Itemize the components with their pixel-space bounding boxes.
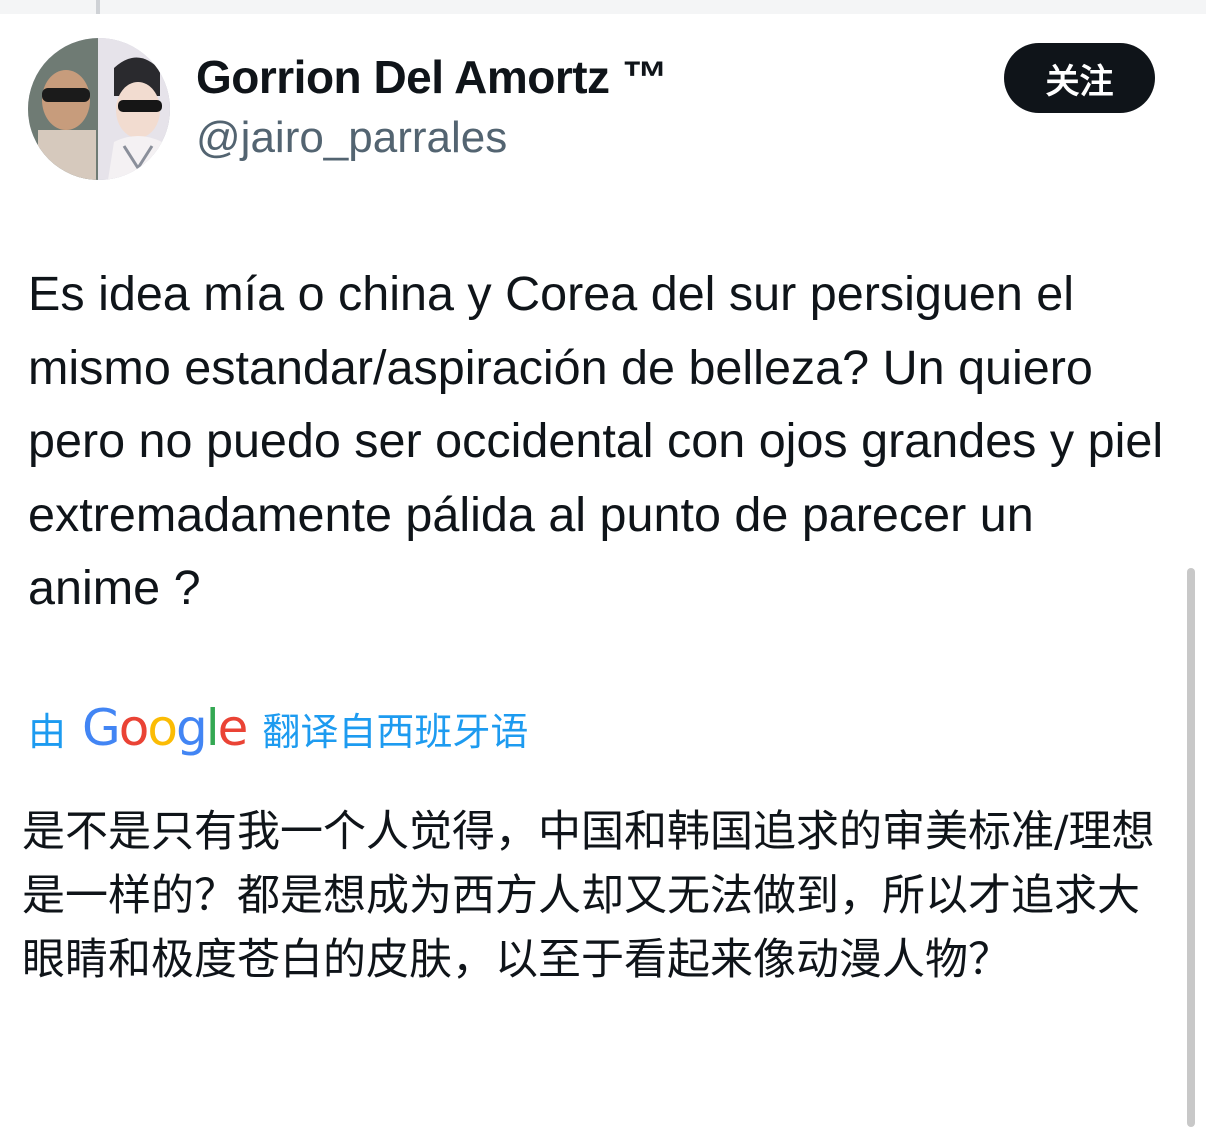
display-name[interactable]: Gorrion Del Amortz ™	[196, 50, 668, 104]
avatar[interactable]	[28, 38, 170, 180]
user-handle[interactable]: @jairo_parrales	[196, 113, 507, 163]
translated-by-label: 由	[28, 709, 67, 754]
google-logo-letter: o	[147, 699, 178, 757]
translation-attribution[interactable]: 由 Google 翻译自西班牙语	[28, 696, 528, 760]
top-bar	[0, 0, 1206, 14]
google-logo-letter: G	[82, 699, 121, 757]
follow-button[interactable]: 关注	[1004, 43, 1155, 113]
google-logo-letter: e	[217, 699, 249, 757]
google-logo: Google	[82, 699, 249, 757]
tweet-page: Gorrion Del Amortz ™ @jairo_parrales 关注 …	[0, 0, 1206, 1127]
google-logo-letter: o	[118, 699, 150, 757]
translation-source-label: 翻译自西班牙语	[262, 709, 529, 754]
avatar-image	[28, 38, 170, 180]
tweet-text: Es idea mía o china y Corea del sur pers…	[28, 267, 1164, 615]
scrollbar-thumb[interactable]	[1187, 568, 1195, 1127]
google-logo-letter: g	[175, 699, 208, 757]
translated-text: 是不是只有我一个人觉得，中国和韩国追求的审美标准/理想是一样的？都是想成为西方人…	[22, 807, 1155, 985]
google-logo-letter: l	[205, 699, 220, 757]
